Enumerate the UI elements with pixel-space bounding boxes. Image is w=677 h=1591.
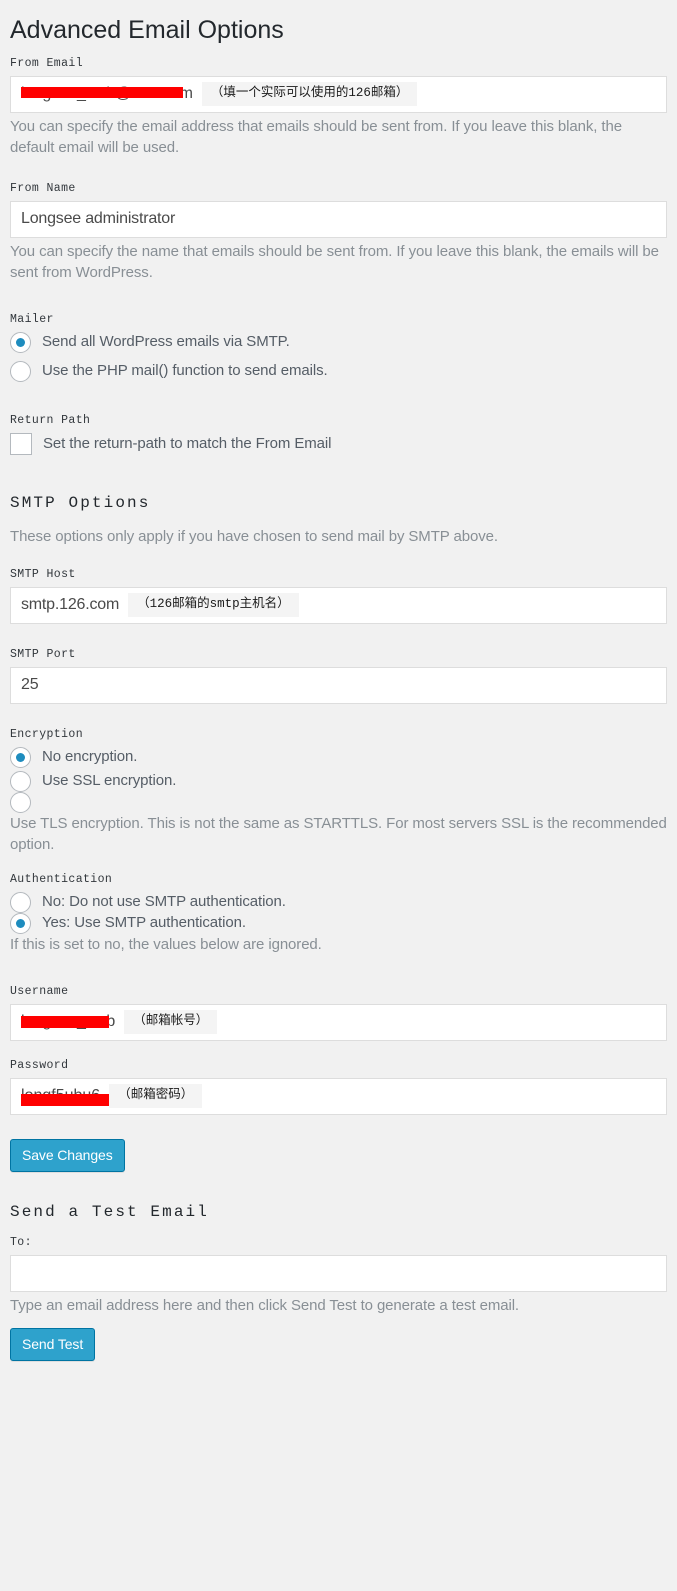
authentication-option-no-label: No: Do not use SMTP authentication. <box>42 893 286 910</box>
smtp-port-value: 25 <box>21 676 39 693</box>
encryption-description: Use TLS encryption. This is not the same… <box>10 814 667 853</box>
password-redacted-value: longf5ubu6 <box>21 1085 109 1107</box>
password-input[interactable]: longf5ubu6 （邮箱密码） <box>10 1077 667 1115</box>
advanced-email-options-page: Advanced Email Options From Email longse… <box>0 0 677 1385</box>
from-name-input[interactable]: Longsee administrator <box>10 200 667 238</box>
encryption-label: Encryption <box>10 727 84 741</box>
return-path-checkbox-label: Set the return-path to match the From Em… <box>43 434 332 452</box>
checkbox-icon-return-path[interactable] <box>10 432 32 455</box>
test-email-to-label: To: <box>10 1235 32 1249</box>
username-input[interactable]: longsee_web （邮箱帐号） <box>10 1003 667 1041</box>
smtp-host-label: SMTP Host <box>10 567 76 581</box>
authentication-option-yes[interactable]: Yes: Use SMTP authentication. <box>10 912 667 934</box>
from-name-label: From Name <box>10 181 76 195</box>
mailer-option-smtp[interactable]: Send all WordPress emails via SMTP. <box>10 331 667 353</box>
page-title: Advanced Email Options <box>10 16 284 44</box>
authentication-description: If this is set to no, the values below a… <box>10 935 322 953</box>
smtp-options-section: SMTP Options These options only apply if… <box>10 493 667 547</box>
from-email-label: From Email <box>10 56 84 70</box>
save-changes-button[interactable]: Save Changes <box>10 1138 125 1172</box>
from-name-field-group: From Name Longsee administrator You can … <box>10 182 667 283</box>
test-email-description: Type an email address here and then clic… <box>10 1296 519 1314</box>
radio-icon-encryption-tls[interactable] <box>10 791 31 813</box>
smtp-options-description: These options only apply if you have cho… <box>10 527 498 545</box>
authentication-option-no[interactable]: No: Do not use SMTP authentication. <box>10 891 667 913</box>
mailer-option-phpmail[interactable]: Use the PHP mail() function to send emai… <box>10 360 667 382</box>
from-name-description: You can specify the name that emails sho… <box>10 242 659 281</box>
smtp-host-field-group: SMTP Host smtp.126.com （126邮箱的smtp主机名） <box>10 568 667 624</box>
radio-icon-mailer-smtp[interactable] <box>10 331 31 353</box>
return-path-label: Return Path <box>10 413 91 427</box>
authentication-option-yes-label: Yes: Use SMTP authentication. <box>42 914 246 931</box>
smtp-host-annotation: （126邮箱的smtp主机名） <box>128 593 299 617</box>
mailer-option-smtp-label: Send all WordPress emails via SMTP. <box>42 333 290 350</box>
authentication-label: Authentication <box>10 872 113 886</box>
radio-icon-authentication-no[interactable] <box>10 891 31 913</box>
encryption-field-group: Encryption No encryption. Use SSL encryp… <box>10 728 667 855</box>
from-email-field-group: From Email longsee_web@126.com （填一个实际可以使… <box>10 57 667 158</box>
authentication-field-group: Authentication No: Do not use SMTP authe… <box>10 873 667 955</box>
save-changes-row: Save Changes <box>10 1138 667 1172</box>
send-test-email-heading: Send a Test Email <box>10 1202 209 1221</box>
return-path-option[interactable]: Set the return-path to match the From Em… <box>10 432 667 455</box>
encryption-option-ssl-label: Use SSL encryption. <box>42 772 177 789</box>
encryption-option-tls[interactable] <box>10 791 667 813</box>
smtp-port-input[interactable]: 25 <box>10 666 667 704</box>
mailer-option-phpmail-label: Use the PHP mail() function to send emai… <box>42 362 328 379</box>
radio-icon-encryption-none[interactable] <box>10 746 31 768</box>
from-email-description: You can specify the email address that e… <box>10 117 622 156</box>
redaction-bar-icon <box>21 1016 109 1028</box>
from-email-annotation: （填一个实际可以使用的126邮箱） <box>201 82 418 106</box>
from-email-input[interactable]: longsee_web@126.com （填一个实际可以使用的126邮箱） <box>10 75 667 113</box>
radio-icon-authentication-yes[interactable] <box>10 912 31 934</box>
password-annotation: （邮箱密码） <box>109 1084 203 1108</box>
redaction-bar-icon <box>21 1094 109 1106</box>
password-label: Password <box>10 1058 69 1072</box>
radio-icon-encryption-ssl[interactable] <box>10 770 31 792</box>
smtp-host-input[interactable]: smtp.126.com （126邮箱的smtp主机名） <box>10 586 667 624</box>
encryption-option-none[interactable]: No encryption. <box>10 746 667 768</box>
username-label: Username <box>10 984 69 998</box>
encryption-option-none-label: No encryption. <box>42 748 138 765</box>
mailer-field-group: Mailer Send all WordPress emails via SMT… <box>10 313 667 382</box>
username-annotation: （邮箱帐号） <box>124 1010 218 1034</box>
redaction-bar-icon <box>21 87 183 98</box>
test-email-to-input[interactable] <box>10 1254 667 1292</box>
send-test-row: Send Test <box>10 1327 667 1361</box>
password-field-group: Password longf5ubu6 （邮箱密码） <box>10 1059 667 1115</box>
from-email-redacted-value: longsee_web@126.com <box>21 83 193 105</box>
from-name-value: Longsee administrator <box>21 210 176 227</box>
username-redacted-value: longsee_web <box>21 1011 115 1033</box>
smtp-port-label: SMTP Port <box>10 647 76 661</box>
mailer-label: Mailer <box>10 312 54 326</box>
smtp-host-value: smtp.126.com <box>21 596 120 613</box>
return-path-field-group: Return Path Set the return-path to match… <box>10 414 667 455</box>
send-test-email-section: Send a Test Email To: Type an email addr… <box>10 1202 667 1316</box>
send-test-button[interactable]: Send Test <box>10 1327 96 1361</box>
radio-icon-mailer-phpmail[interactable] <box>10 360 31 382</box>
username-field-group: Username longsee_web （邮箱帐号） <box>10 985 667 1041</box>
smtp-port-field-group: SMTP Port 25 <box>10 648 667 704</box>
smtp-options-heading: SMTP Options <box>10 493 151 512</box>
encryption-option-ssl[interactable]: Use SSL encryption. <box>10 770 667 792</box>
